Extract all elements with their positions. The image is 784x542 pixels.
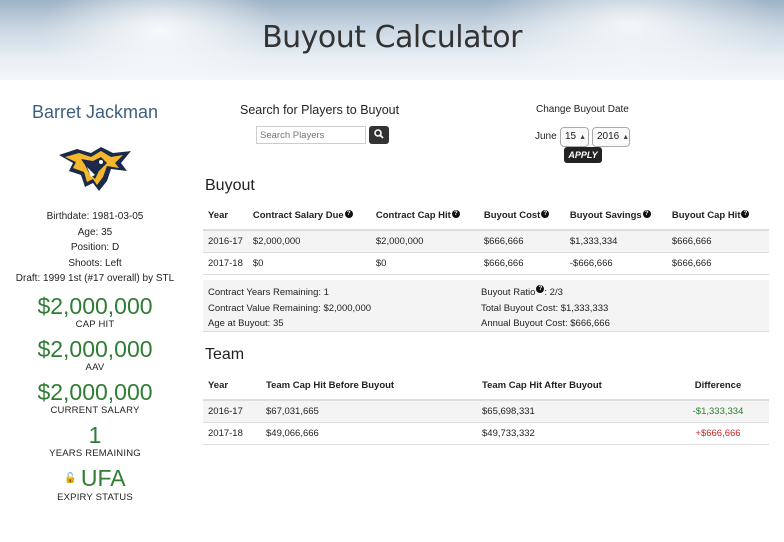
stat-current-salary: $2,000,000 CURRENT SALARY	[0, 379, 190, 416]
col-header: Buyout Cap Hit?	[666, 202, 769, 231]
table-cell: $666,666	[666, 230, 769, 253]
col-header: Team Cap Hit After Buyout	[477, 372, 667, 401]
buyout-ratio: Buyout Ratio?: 2/3	[481, 285, 610, 301]
table-cell: -$666,666	[564, 252, 667, 275]
years-remaining-label: YEARS REMAINING	[49, 447, 141, 459]
player-draft: Draft: 1999 1st (#17 overall) by STL	[15, 273, 175, 284]
contract-years-remaining: Contract Years Remaining: 1	[208, 287, 329, 298]
player-panel: Barret Jackman Birthdate: 1981-03-05 Age…	[0, 96, 190, 503]
table-cell: $1,333,334	[564, 230, 667, 253]
help-icon[interactable]: ?	[451, 210, 460, 218]
table-cell: $2,000,000	[370, 230, 479, 253]
help-icon[interactable]: ?	[741, 210, 750, 218]
table-cell: 2016-17	[203, 230, 248, 253]
col-header: Year	[203, 202, 248, 231]
table-cell: $49,066,666	[261, 422, 477, 445]
table-row: 2016-17 $67,031,665 $65,698,331 -$1,333,…	[203, 400, 769, 423]
difference-cell: +$666,666	[667, 422, 769, 445]
age-at-buyout: Age at Buyout: 35	[208, 318, 284, 329]
header-banner: Buyout Calculator	[0, 0, 784, 80]
team-heading: Team	[205, 346, 245, 363]
table-row: 2016-17 $2,000,000 $2,000,000 $666,666 $…	[203, 230, 769, 253]
col-header: Contract Salary Due?	[247, 202, 371, 231]
buyout-date-title: Change Buyout Date	[536, 104, 629, 115]
buyout-ratio-value: : 2/3	[544, 287, 563, 298]
predators-logo-icon	[59, 147, 131, 191]
table-cell: $65,698,331	[477, 400, 667, 423]
buyout-summary: Contract Years Remaining: 1 Contract Val…	[203, 280, 769, 332]
player-position: Position: D	[70, 242, 120, 253]
help-icon[interactable]: ?	[344, 210, 353, 218]
total-buyout-cost: Total Buyout Cost: $1,333,333	[481, 302, 609, 314]
player-age: Age: 35	[77, 226, 113, 238]
select-arrows-icon: ▲︎	[622, 134, 630, 141]
day-select[interactable]: 15 ▲︎	[560, 127, 589, 147]
stat-expiry-status: 🔓 UFA EXPIRY STATUS	[0, 465, 190, 504]
col-header: Difference	[667, 372, 769, 401]
year-select-value: 2016	[597, 131, 620, 142]
col-header: Contract Cap Hit?	[370, 202, 479, 231]
table-cell: 2017-18	[203, 252, 248, 275]
years-remaining-value: 1	[88, 421, 102, 448]
day-select-value: 15	[565, 131, 577, 142]
year-select[interactable]: 2016 ▲︎	[592, 127, 630, 147]
table-row: 2017-18 $0 $0 $666,666 -$666,666 $666,66…	[203, 252, 769, 275]
table-cell: $0	[370, 252, 479, 275]
contract-value-remaining: Contract Value Remaining: $2,000,000	[208, 302, 372, 314]
aav-value: $2,000,000	[37, 335, 153, 362]
help-icon[interactable]: ?	[642, 210, 651, 218]
table-cell: 2017-18	[203, 422, 261, 445]
cap-hit-label: CAP HIT	[75, 318, 115, 330]
col-header: Team Cap Hit Before Buyout	[261, 372, 477, 401]
col-header: Buyout Savings?	[564, 202, 667, 231]
team-table: Year Team Cap Hit Before Buyout Team Cap…	[203, 372, 769, 445]
buyout-heading: Buyout	[205, 177, 255, 194]
table-cell: $666,666	[666, 252, 769, 275]
table-cell: $666,666	[478, 252, 565, 275]
team-table-header: Year Team Cap Hit Before Buyout Team Cap…	[203, 372, 769, 401]
search-icon	[374, 129, 384, 139]
unlock-icon: 🔓	[64, 473, 77, 485]
col-header: Buyout Cost?	[478, 202, 565, 231]
player-name: Barret Jackman	[31, 102, 159, 122]
select-arrows-icon: ▲︎	[579, 134, 587, 141]
buyout-table: Year Contract Salary Due? Contract Cap H…	[203, 202, 769, 275]
expiry-status-label: EXPIRY STATUS	[57, 492, 133, 504]
help-icon[interactable]: ?	[541, 210, 550, 218]
current-salary-value: $2,000,000	[37, 378, 153, 405]
annual-buyout-cost: Annual Buyout Cost: $666,666	[481, 318, 610, 329]
search-input[interactable]	[256, 126, 366, 144]
difference-cell: -$1,333,334	[667, 400, 769, 423]
search-title: Search for Players to Buyout	[240, 103, 400, 117]
table-cell: $67,031,665	[261, 400, 477, 423]
aav-label: AAV	[85, 361, 105, 373]
table-cell: $2,000,000	[247, 230, 371, 253]
stat-cap-hit: $2,000,000 CAP HIT	[0, 293, 190, 330]
apply-button[interactable]: APPLY	[564, 147, 602, 163]
buyout-month: June	[535, 131, 557, 142]
buyout-ratio-label: Buyout Ratio	[481, 287, 536, 298]
table-cell: 2016-17	[203, 400, 261, 423]
current-salary-label: CURRENT SALARY	[50, 404, 140, 416]
buyout-table-header: Year Contract Salary Due? Contract Cap H…	[203, 202, 769, 231]
player-birthdate: Birthdate: 1981-03-05	[46, 211, 144, 222]
col-header: Year	[203, 372, 261, 401]
stat-aav: $2,000,000 AAV	[0, 336, 190, 373]
table-cell: $49,733,332	[477, 422, 667, 445]
player-shoots: Shoots: Left	[68, 257, 122, 269]
expiry-status-value: UFA	[80, 464, 126, 491]
table-cell: $0	[247, 252, 371, 275]
search-button[interactable]	[369, 126, 389, 144]
page-title: Buyout Calculator	[262, 20, 522, 55]
cap-hit-value: $2,000,000	[37, 292, 153, 319]
table-cell: $666,666	[478, 230, 565, 253]
table-row: 2017-18 $49,066,666 $49,733,332 +$666,66…	[203, 422, 769, 445]
stat-years-remaining: 1 YEARS REMAINING	[0, 422, 190, 459]
